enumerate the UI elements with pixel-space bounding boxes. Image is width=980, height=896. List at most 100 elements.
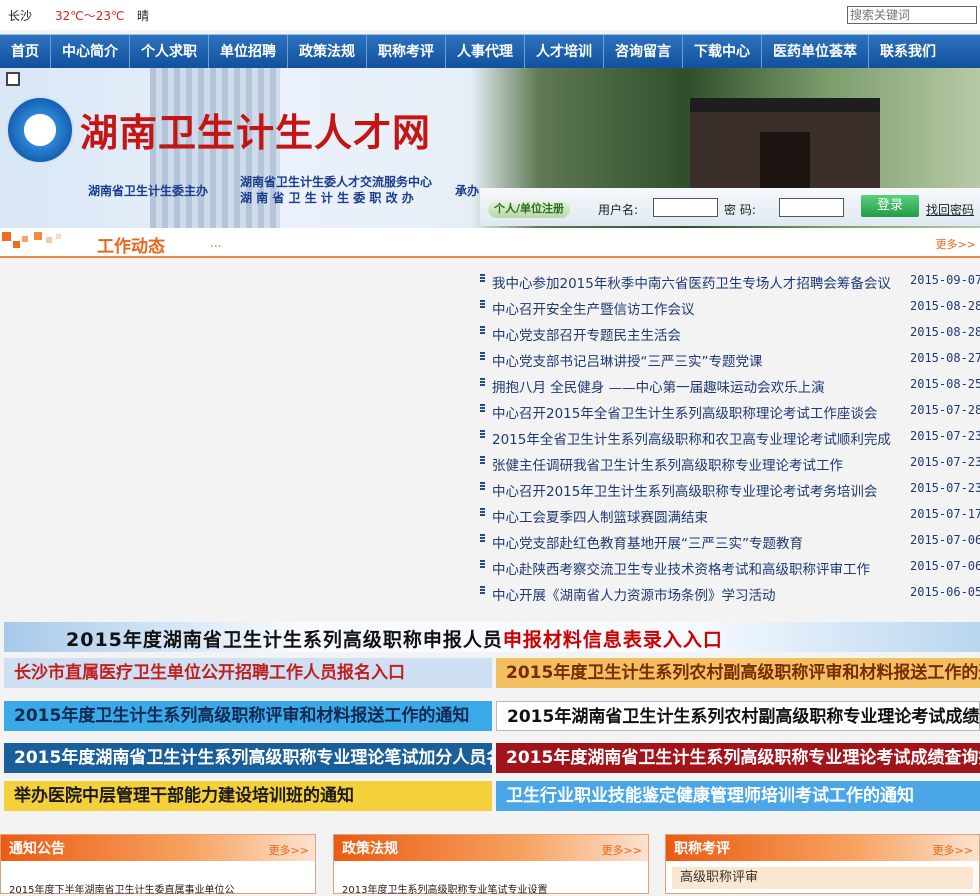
panel-title: 政策法规 bbox=[342, 841, 398, 857]
news-title[interactable]: 中心党支部赴红色教育基地开展“三严三实”专题教育 bbox=[492, 532, 803, 552]
news-title[interactable]: 拥抱八月 全民健身 ——中心第一届趣味运动会欢乐上演 bbox=[492, 376, 825, 396]
list-item[interactable]: 高级职称评审 bbox=[672, 867, 973, 889]
city-label: 长沙 bbox=[8, 9, 33, 23]
panel-notices: 通知公告 更多>> 2015年度下半年湖南省卫生计生委直属事业单位公 bbox=[0, 834, 316, 896]
news-item[interactable]: 中心党支部书记吕琳讲授“三严三实”专题党课 2015-08-27 bbox=[478, 346, 980, 372]
news-item[interactable]: 中心党支部赴红色教育基地开展“三严三实”专题教育 2015-07-06 bbox=[478, 528, 980, 554]
notice-banner[interactable]: 2015年度湖南省卫生计生系列高级职称专业理论考试成绩查询打印入口 bbox=[496, 743, 980, 773]
notice-banner[interactable]: 2015年度卫生计生系列高级职称评审和材料报送工作的通知 bbox=[4, 701, 492, 731]
nav-title-evaluation[interactable]: 职称考评 bbox=[367, 34, 446, 69]
notice-banner[interactable]: 卫生行业职业技能鉴定健康管理师培训考试工作的通知 bbox=[496, 781, 980, 811]
work-news-title: 工作动态 bbox=[97, 237, 165, 257]
organizer-line-1: 湖南省卫生计生委人才交流服务中心 bbox=[240, 175, 433, 189]
gate-image bbox=[690, 98, 880, 198]
nav-consult[interactable]: 咨询留言 bbox=[604, 34, 683, 69]
news-title[interactable]: 中心党支部召开专题民主生活会 bbox=[492, 324, 681, 344]
password-label: 密 码: bbox=[724, 203, 756, 217]
news-date: 2015-07-23 bbox=[910, 455, 980, 469]
news-title[interactable]: 张健主任调研我省卫生计生系列高级职称专业理论考试工作 bbox=[492, 454, 843, 474]
list-item[interactable]: 2015年度下半年湖南省卫生计生委直属事业单位公 bbox=[9, 881, 234, 896]
news-title[interactable]: 中心召开2015年全省卫生计生系列高级职称理论考试工作座谈会 bbox=[492, 402, 877, 422]
news-date: 2015-07-06 bbox=[910, 559, 980, 573]
site-logo bbox=[6, 96, 74, 164]
news-title[interactable]: 中心赴陕西考察交流卫生专业技术资格考试和高级职称评审工作 bbox=[492, 558, 870, 578]
news-date: 2015-07-23 bbox=[910, 481, 980, 495]
news-item[interactable]: 中心党支部召开专题民主生活会 2015-08-28 bbox=[478, 320, 980, 346]
username-input[interactable] bbox=[653, 198, 718, 217]
bullet-icon bbox=[480, 456, 485, 464]
news-title[interactable]: 中心开展《湖南省人力资源市场条例》学习活动 bbox=[492, 584, 776, 604]
news-date: 2015-08-28 bbox=[910, 325, 980, 339]
nav-personnel-agency[interactable]: 人事代理 bbox=[446, 34, 525, 69]
news-item[interactable]: 中心工会夏季四人制篮球赛圆满结束 2015-07-17 bbox=[478, 502, 980, 528]
panel-policy: 政策法规 更多>> 2013年度卫生系列高级职称专业笔试专业设置 bbox=[333, 834, 649, 896]
list-item[interactable]: 2013年度卫生系列高级职称专业笔试专业设置 bbox=[342, 881, 547, 896]
password-input[interactable] bbox=[779, 198, 844, 217]
panel-more-link[interactable]: 更多>> bbox=[602, 842, 642, 858]
bullet-icon bbox=[480, 534, 485, 542]
nav-contact[interactable]: 联系我们 bbox=[869, 35, 947, 69]
work-news-more-link[interactable]: 更多>> bbox=[936, 236, 976, 252]
decor-square bbox=[22, 236, 28, 242]
banner-text-highlight: 申报材料信息表录入入口 bbox=[502, 629, 723, 651]
news-item[interactable]: 中心赴陕西考察交流卫生专业技术资格考试和高级职称评审工作 2015-07-06 bbox=[478, 554, 980, 580]
news-item[interactable]: 中心召开安全生产暨信访工作会议 2015-08-28 bbox=[478, 294, 980, 320]
bullet-icon bbox=[480, 300, 485, 308]
bullet-icon bbox=[480, 508, 485, 516]
sponsor-text: 湖南省卫生计生委主办 bbox=[88, 184, 209, 198]
news-item[interactable]: 2015年全省卫生计生系列高级职称和农卫高专业理论考试顺利完成 2015-07-2… bbox=[478, 424, 980, 450]
news-item[interactable]: 中心开展《湖南省人力资源市场条例》学习活动 2015-06-05 bbox=[478, 580, 980, 606]
forgot-password-link[interactable]: 找回密码 bbox=[926, 201, 974, 218]
notice-banner[interactable]: 2015年湖南省卫生计生系列农村副高级职称专业理论考试成绩查询及打印入口 bbox=[496, 701, 980, 731]
organizer-text: 湖南省卫生计生委人才交流服务中心 湖 南 省 卫 生 计 生 委 职 改 办 bbox=[240, 174, 432, 206]
news-item[interactable]: 中心召开2015年全省卫生计生系列高级职称理论考试工作座谈会 2015-07-28 bbox=[478, 398, 980, 424]
nav-units[interactable]: 医药单位荟萃 bbox=[762, 34, 869, 69]
panel-more-link[interactable]: 更多>> bbox=[933, 842, 973, 858]
decor-square bbox=[46, 237, 52, 243]
nav-job-seeking[interactable]: 个人求职 bbox=[130, 34, 209, 69]
notice-banner[interactable]: 长沙市直属医疗卫生单位公开招聘工作人员报名入口 bbox=[4, 658, 492, 688]
banner-text-main: 2015年度湖南省卫生计生系列高级职称申报人员 bbox=[66, 629, 503, 651]
news-title[interactable]: 中心召开2015年卫生计生系列高级职称专业理论考试考务培训会 bbox=[492, 480, 877, 500]
news-title[interactable]: 中心召开安全生产暨信访工作会议 bbox=[492, 298, 695, 318]
notice-banner[interactable]: 2015年度湖南省卫生计生系列高级职称专业理论笔试加分人员名单公示 bbox=[4, 743, 492, 773]
news-title[interactable]: 中心党支部书记吕琳讲授“三严三实”专题党课 bbox=[492, 350, 763, 370]
bullet-icon bbox=[480, 352, 485, 360]
news-date: 2015-06-05 bbox=[910, 585, 980, 599]
news-date: 2015-09-07 bbox=[910, 273, 980, 287]
work-news-list: 我中心参加2015年秋季中南六省医药卫生专场人才招聘会筹备会议 2015-09-0… bbox=[478, 268, 980, 606]
site-title: 湖南卫生计生人才网 bbox=[80, 110, 432, 155]
bullet-icon bbox=[480, 404, 485, 412]
search-input[interactable] bbox=[847, 6, 977, 24]
news-item[interactable]: 张健主任调研我省卫生计生系列高级职称专业理论考试工作 2015-07-23 bbox=[478, 450, 980, 476]
organizer-line-2: 湖 南 省 卫 生 计 生 委 职 改 办 bbox=[240, 191, 414, 205]
register-button[interactable]: 个人/单位注册 bbox=[488, 200, 571, 218]
login-button[interactable]: 登录 bbox=[861, 195, 919, 217]
nav-training[interactable]: 人才培训 bbox=[525, 34, 604, 69]
senior-title-entry-banner[interactable]: 2015年度湖南省卫生计生系列高级职称申报人员申报材料信息表录入入口 bbox=[4, 622, 980, 652]
nav-download[interactable]: 下载中心 bbox=[683, 34, 762, 69]
main-nav: 首页 中心简介 个人求职 单位招聘 政策法规 职称考评 人事代理 人才培训 咨询… bbox=[0, 34, 980, 69]
news-item[interactable]: 我中心参加2015年秋季中南六省医药卫生专场人才招聘会筹备会议 2015-09-0… bbox=[478, 268, 980, 294]
news-date: 2015-07-23 bbox=[910, 429, 980, 443]
window-icon[interactable] bbox=[6, 72, 20, 86]
panel-more-link[interactable]: 更多>> bbox=[269, 842, 309, 858]
news-title[interactable]: 我中心参加2015年秋季中南六省医药卫生专场人才招聘会筹备会议 bbox=[492, 272, 891, 292]
nav-about[interactable]: 中心简介 bbox=[51, 34, 130, 69]
panel-title: 职称考评 bbox=[674, 841, 730, 857]
work-news-header: 工作动态 ... 更多>> bbox=[0, 228, 980, 258]
news-date: 2015-08-27 bbox=[910, 351, 980, 365]
news-date: 2015-07-28 bbox=[910, 403, 980, 417]
news-item[interactable]: 拥抱八月 全民健身 ——中心第一届趣味运动会欢乐上演 2015-08-25 bbox=[478, 372, 980, 398]
panel-title-evaluation: 职称考评 更多>> 高级职称评审 bbox=[665, 834, 980, 894]
news-item[interactable]: 中心召开2015年卫生计生系列高级职称专业理论考试考务培训会 2015-07-23 bbox=[478, 476, 980, 502]
panel-title: 通知公告 bbox=[9, 841, 65, 857]
news-title[interactable]: 2015年全省卫生计生系列高级职称和农卫高专业理论考试顺利完成 bbox=[492, 428, 891, 448]
temperature-label: 32℃～23℃ bbox=[55, 9, 125, 23]
nav-recruitment[interactable]: 单位招聘 bbox=[209, 34, 288, 69]
nav-home[interactable]: 首页 bbox=[0, 34, 51, 69]
news-title[interactable]: 中心工会夏季四人制篮球赛圆满结束 bbox=[492, 506, 708, 526]
notice-banner[interactable]: 2015年度卫生计生系列农村副高级职称评审和材料报送工作的通知 bbox=[496, 658, 980, 688]
nav-policy[interactable]: 政策法规 bbox=[288, 34, 367, 69]
notice-banner[interactable]: 举办医院中层管理干部能力建设培训班的通知 bbox=[4, 781, 492, 811]
